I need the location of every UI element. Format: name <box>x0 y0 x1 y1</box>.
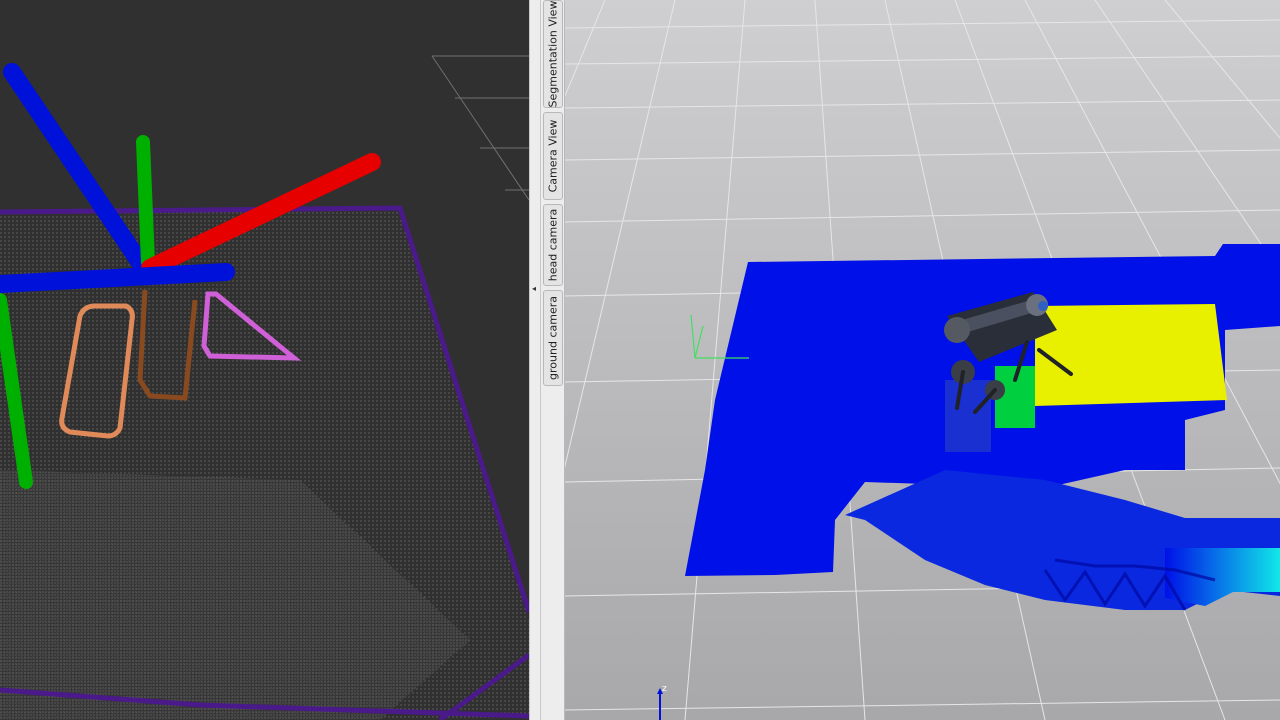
map-yellow-region <box>1035 304 1227 406</box>
collapse-arrow-icon[interactable]: ◂ <box>532 284 536 294</box>
tab-head-camera[interactable]: head camera <box>543 204 563 286</box>
z-axis-label: z <box>662 684 667 694</box>
tab-camera-view[interactable]: Camera View <box>543 112 563 200</box>
left-3d-viewport[interactable] <box>0 0 529 720</box>
tab-label: Segmentation View <box>546 0 560 108</box>
tab-segmentation-view[interactable]: Segmentation View <box>543 0 563 108</box>
tab-label: head camera <box>546 208 560 282</box>
right-viewport-scene <box>565 0 1280 720</box>
axis-blue-horizontal <box>0 263 235 293</box>
map-blue-pillar <box>945 380 991 452</box>
left-grid-lines <box>431 55 529 201</box>
left-viewport-scene <box>0 55 529 720</box>
right-3d-viewport[interactable]: z <box>565 0 1280 720</box>
panel-splitter[interactable]: ◂ <box>529 0 541 720</box>
tab-label: ground camera <box>546 296 560 380</box>
axis-y-green-upper <box>136 135 155 269</box>
vertical-tab-strip: Segmentation View Camera View head camer… <box>541 0 565 720</box>
tab-label: Camera View <box>546 119 560 193</box>
tab-ground-camera[interactable]: ground camera <box>543 290 563 386</box>
